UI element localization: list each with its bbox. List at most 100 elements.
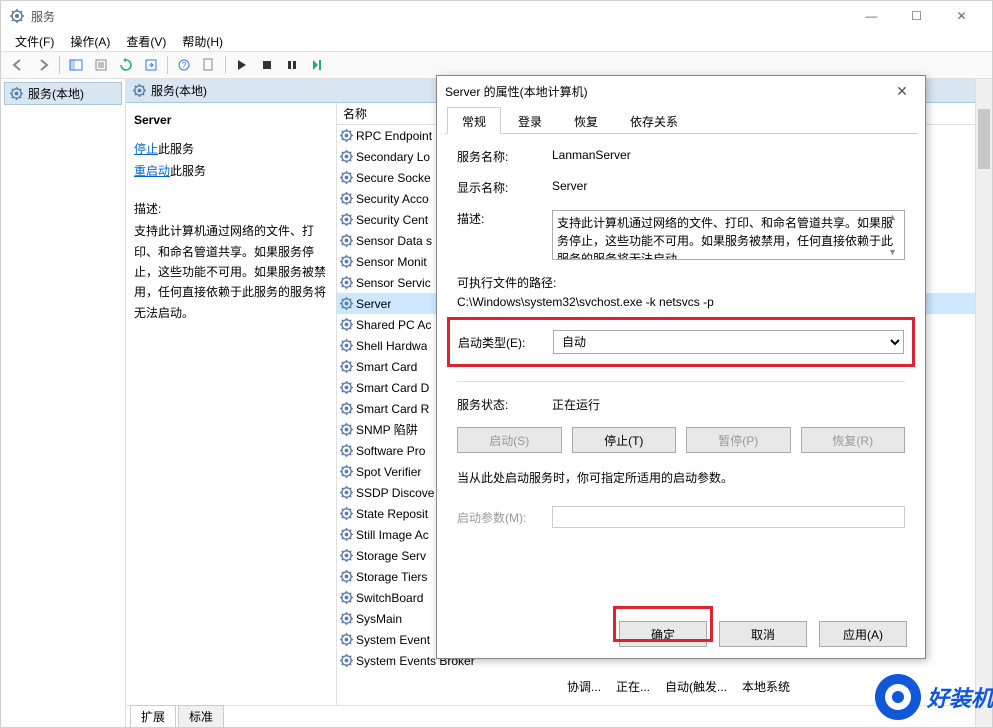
panel-header-label: 服务(本地) [151,82,207,99]
gear-icon [339,170,354,185]
tab-dependencies[interactable]: 依存关系 [615,107,693,134]
tree-root-node[interactable]: 服务(本地) [4,82,122,105]
tree-panel: 服务(本地) [1,79,126,727]
props-button[interactable] [198,54,220,76]
refresh-button[interactable] [115,54,137,76]
menu-action[interactable]: 操作(A) [64,31,116,52]
list-item-name: Secure Socke [356,171,431,185]
maximize-button[interactable]: ☐ [894,1,939,31]
gear-icon [339,254,354,269]
cancel-button[interactable]: 取消 [719,621,807,647]
stop-link[interactable]: 停止 [134,142,158,156]
help-button[interactable]: ? [173,54,195,76]
scrollbar-thumb[interactable] [978,109,990,169]
desc-scrollbar[interactable]: ▲▼ [888,211,904,259]
window-title: 服务 [31,8,849,25]
show-hide-button[interactable] [65,54,87,76]
list-item-name: Sensor Servic [356,276,431,290]
dialog-tabs: 常规 登录 恢复 依存关系 [445,106,917,134]
tab-general[interactable]: 常规 [447,107,501,134]
gear-icon [339,338,354,353]
detail-pane: Server 停止此服务 重启动此服务 描述: 支持此计算机通过网络的文件、打印… [126,103,336,705]
value-service-name: LanmanServer [552,148,905,162]
description-textbox[interactable]: 支持此计算机通过网络的文件、打印、和命名管道共享。如果服务停止，这些功能不可用。… [552,210,905,260]
tab-extended[interactable]: 扩展 [130,705,176,727]
list-item-name: Security Cent [356,213,428,227]
gear-icon [339,275,354,290]
list-item-name: Still Image Ac [356,528,429,542]
gear-icon [339,527,354,542]
dialog-body: 服务名称: LanmanServer 显示名称: Server 描述: 支持此计… [437,134,925,610]
window-controls: — ☐ ✕ [849,1,984,31]
menubar: 文件(F) 操作(A) 查看(V) 帮助(H) [1,31,992,51]
gear-icon [339,191,354,206]
apply-button[interactable]: 应用(A) [819,621,907,647]
gear-icon [339,548,354,563]
value-display-name: Server [552,179,905,193]
watermark-text: 好装机 [927,681,993,713]
gear-icon [339,212,354,227]
tab-recovery[interactable]: 恢复 [559,107,613,134]
list-item-name: Sensor Monit [356,255,427,269]
tree-root-label: 服务(本地) [28,85,84,102]
list-item-name: State Reposit [356,507,428,521]
label-display-name: 显示名称: [457,179,552,196]
stop-button[interactable]: 停止(T) [572,427,677,453]
label-service-name: 服务名称: [457,148,552,165]
value-service-status: 正在运行 [552,396,905,413]
list-item-name: SSDP Discove [356,486,434,500]
properties-dialog: Server 的属性(本地计算机) ✕ 常规 登录 恢复 依存关系 服务名称: … [436,75,926,659]
list-item-name: Software Pro [356,444,425,458]
gear-icon [339,401,354,416]
stop-service-button[interactable] [256,54,278,76]
startup-type-select[interactable]: 自动 [553,330,904,354]
service-name-heading: Server [134,113,328,127]
list-item-name: System Event [356,633,430,647]
gear-icon [132,83,147,98]
gear-icon [339,296,354,311]
app-icon [9,8,25,24]
list-item-name: SNMP 陷阱 [356,421,418,438]
gear-icon [339,569,354,584]
dialog-close-button[interactable]: ✕ [887,83,917,100]
restart-link[interactable]: 重启动 [134,164,170,178]
pause-service-button[interactable] [281,54,303,76]
watermark-logo [875,674,921,720]
properties-button[interactable] [90,54,112,76]
menu-help[interactable]: 帮助(H) [176,31,229,52]
label-startup-type: 启动类型(E): [458,334,553,351]
pause-button: 暂停(P) [686,427,791,453]
gear-icon [339,485,354,500]
nav-back-button[interactable] [7,54,29,76]
startup-highlight: 启动类型(E): 自动 [447,317,915,367]
list-item-name: SysMain [356,612,402,626]
start-service-button[interactable] [231,54,253,76]
export-button[interactable] [140,54,162,76]
description-label: 描述: [134,200,328,217]
gear-icon [339,443,354,458]
gear-icon [339,149,354,164]
bottom-tabs: 扩展 标准 [126,705,992,727]
close-button[interactable]: ✕ [939,1,984,31]
tab-standard[interactable]: 标准 [178,705,224,727]
list-item-name: Smart Card R [356,402,429,416]
gear-icon [9,86,24,101]
list-item-name: Sensor Data s [356,234,432,248]
vertical-scrollbar[interactable] [975,79,992,727]
gear-icon [339,464,354,479]
list-item-name: Shell Hardwa [356,339,427,353]
gear-icon [339,380,354,395]
service-control-buttons: 启动(S) 停止(T) 暂停(P) 恢复(R) [457,427,905,453]
tab-logon[interactable]: 登录 [503,107,557,134]
restart-service-button[interactable] [306,54,328,76]
gear-icon [339,632,354,647]
menu-file[interactable]: 文件(F) [9,31,60,52]
nav-forward-button[interactable] [32,54,54,76]
label-service-status: 服务状态: [457,396,552,413]
menu-view[interactable]: 查看(V) [120,31,172,52]
label-params: 启动参数(M): [457,509,552,526]
minimize-button[interactable]: — [849,1,894,31]
list-item-name: Spot Verifier [356,465,421,479]
watermark: 好装机 [875,674,993,720]
gear-icon [339,359,354,374]
